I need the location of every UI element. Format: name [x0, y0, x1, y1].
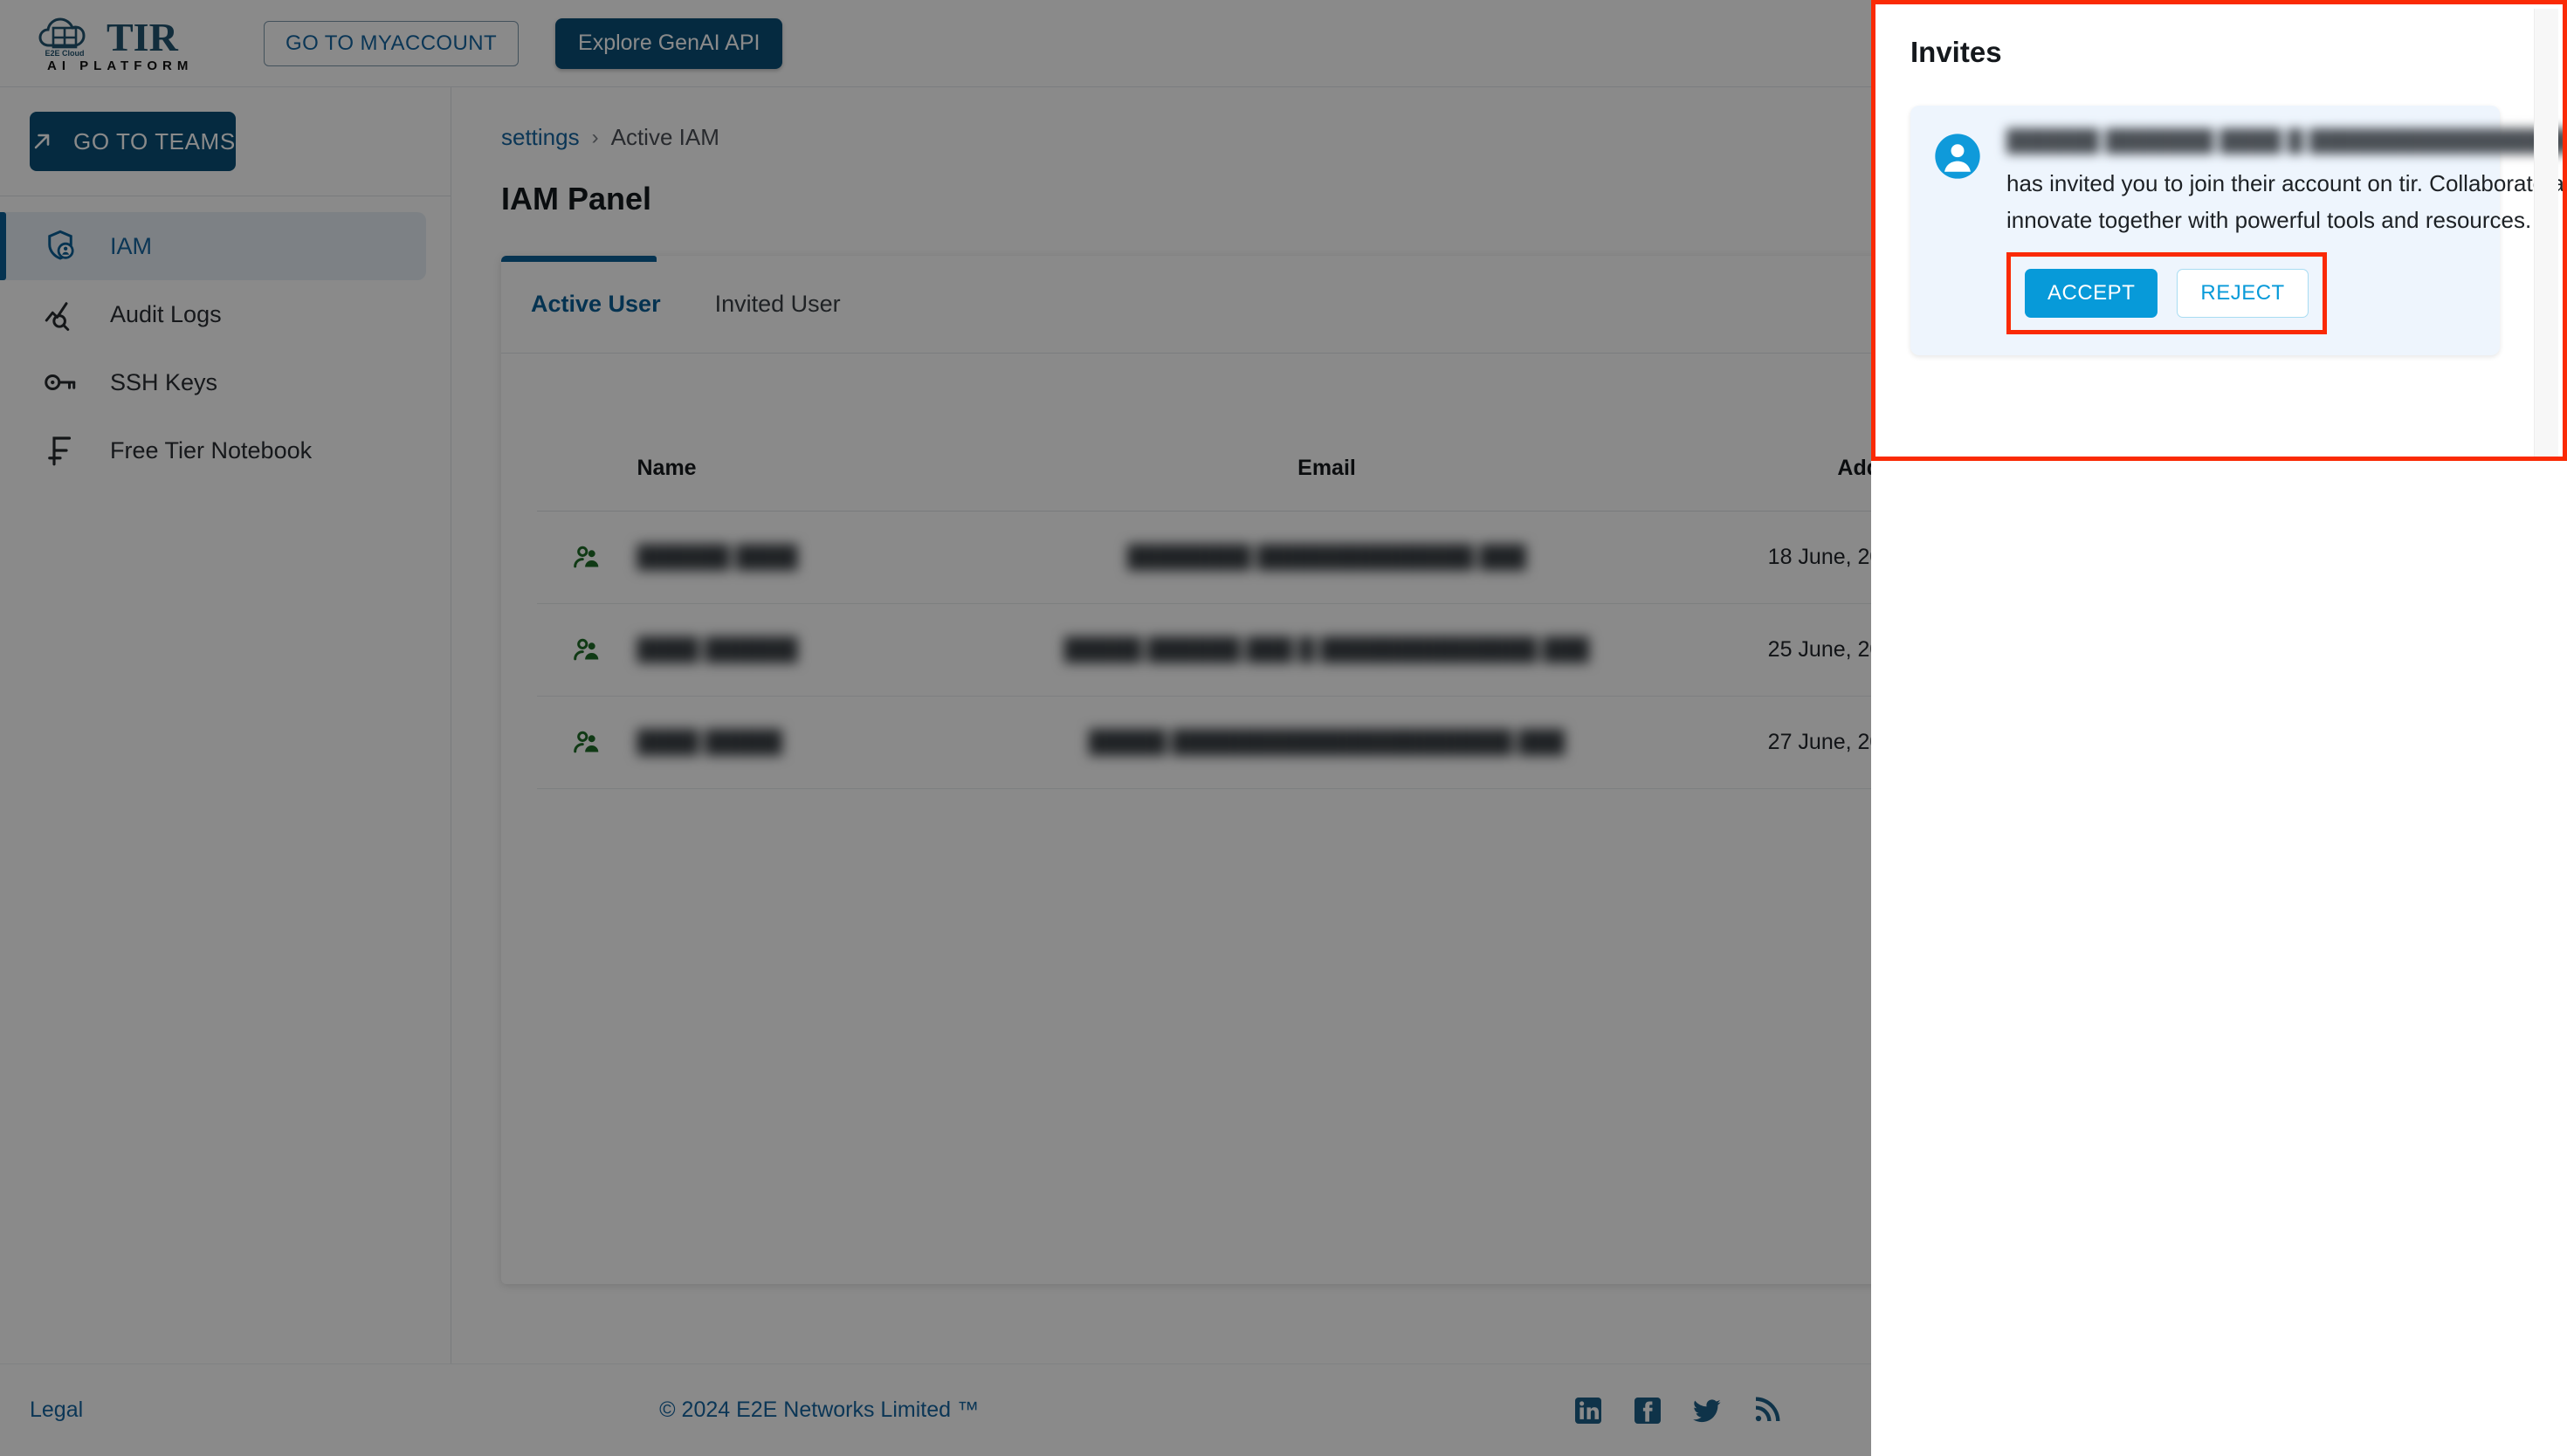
tab-invited-user[interactable]: Invited User [715, 291, 841, 318]
invite-card: ██████ ███████ ████ █ █████████████████.… [1910, 106, 2563, 356]
row-added-at-cell: 18 June, 2024 06:12 pm [1641, 511, 1871, 604]
table-empty-row [537, 789, 1871, 936]
row-email-value: █████.██████████████████████.███ [1088, 730, 1566, 754]
go-to-teams-button[interactable]: GO TO TEAMS [30, 112, 236, 171]
application-root: E2E Cloud TIR AI PLATFORM GO TO MYACCOUN… [0, 0, 1871, 1456]
linkedin-icon[interactable] [1573, 1395, 1604, 1426]
column-header-added-at: Added At [1641, 426, 1871, 512]
svg-text:AI PLATFORM: AI PLATFORM [47, 58, 193, 73]
rss-icon[interactable] [1751, 1395, 1782, 1426]
go-to-myaccount-button[interactable]: GO TO MYACCOUNT [264, 20, 520, 66]
row-email-value: █████.██████.███ █ ██████████████.███ [1063, 637, 1590, 662]
tab-bar: Active User Invited User [501, 256, 1871, 354]
explore-genai-api-button[interactable]: Explore GenAI API [555, 17, 783, 69]
sidebar-item-free-tier-notebook[interactable]: Free Tier Notebook [0, 416, 426, 484]
avatar [1933, 128, 1987, 334]
row-name-cell: ████ ██████ [637, 603, 1013, 697]
table-header: Name Email Added At [537, 426, 1871, 512]
legal-link[interactable]: Legal [30, 1398, 83, 1423]
page-footer: Legal © 2024 E2E Networks Limited ™ [0, 1363, 1871, 1456]
row-email-cell: █████.██████.███ █ ██████████████.███ [1012, 603, 1641, 697]
tir-logo[interactable]: E2E Cloud TIR AI PLATFORM [30, 12, 231, 75]
table-row[interactable]: ████ ██████ █████.██████.███ █ █████████… [537, 603, 1871, 697]
table-row[interactable]: ██████ ████ ████████ ██████████████.███ … [537, 511, 1871, 604]
breadcrumb-current: Active IAM [610, 124, 719, 150]
breadcrumb-separator: › [591, 125, 599, 149]
users-icon [574, 731, 599, 752]
table-row[interactable]: ████ █████ █████.██████████████████████.… [537, 696, 1871, 789]
row-user-icon-cell [537, 696, 637, 789]
row-user-icon-cell [537, 603, 637, 697]
sidebar-nav-list: IAM Audit Logs SSH Keys Free Tier Notebo… [0, 196, 451, 484]
copyright-text: © 2024 E2E Networks Limited ™ [659, 1398, 979, 1422]
invite-message: has invited you to join their account on… [2006, 170, 2567, 234]
sidebar: GO TO TEAMS IAM Audit Logs SSH Keys Free… [0, 87, 451, 1363]
row-name-value: ██████ ████ [637, 545, 798, 569]
row-added-at-cell: 27 June, 2024 03:09 pm [1641, 696, 1871, 789]
sidebar-item-audit-logs[interactable]: Audit Logs [0, 280, 426, 348]
go-to-teams-label: GO TO TEAMS [73, 127, 236, 155]
table-header-row: Name Email Added At [537, 426, 1871, 512]
social-links [1573, 1395, 1782, 1426]
svg-text:TIR: TIR [107, 15, 179, 59]
invite-actions-highlight: ACCEPT REJECT [2006, 252, 2327, 335]
sidebar-item-label: SSH Keys [110, 368, 218, 395]
row-added-at-cell: 25 June, 2024 06:29 pm [1641, 603, 1871, 697]
column-header-icon [537, 426, 637, 512]
row-name-value: ████ █████ [637, 730, 782, 754]
arrow-northeast-icon [34, 134, 50, 149]
users-table-wrapper: Name Email Added At [501, 354, 1871, 936]
row-user-icon-cell [537, 511, 637, 604]
row-email-cell: ████████ ██████████████.███ [1012, 511, 1641, 604]
invite-body: ██████ ███████ ████ █ █████████████████.… [2006, 128, 2567, 335]
chart-search-icon [42, 296, 87, 333]
row-name-cell: ██████ ████ [637, 511, 1013, 604]
user-avatar-icon [1935, 134, 1980, 179]
free-tier-icon [42, 432, 87, 469]
users-icon [574, 546, 599, 567]
row-email-cell: █████.██████████████████████.███ [1012, 696, 1641, 789]
iam-panel-card: Active User Invited User Name Email Adde… [501, 256, 1871, 1284]
page-title: IAM Panel [501, 181, 652, 216]
tir-logo-svg: E2E Cloud TIR AI PLATFORM [38, 15, 193, 73]
shield-user-icon [42, 228, 87, 264]
row-name-value: ████ ██████ [637, 637, 798, 662]
sidebar-item-label: IAM [110, 232, 153, 259]
column-header-email: Email [1012, 426, 1641, 512]
reject-button[interactable]: REJECT [2177, 269, 2309, 319]
users-icon [574, 638, 599, 660]
inviter-name: ██████ ███████ ████ █ █████████████████.… [2006, 128, 2567, 153]
invites-panel-scrollbar[interactable] [2534, 9, 2558, 457]
twitter-icon[interactable] [1691, 1395, 1723, 1426]
tab-active-user[interactable]: Active User [531, 291, 661, 318]
top-header-bar: E2E Cloud TIR AI PLATFORM GO TO MYACCOUN… [0, 0, 1871, 87]
facebook-icon[interactable] [1632, 1395, 1663, 1426]
row-name-cell: ████ █████ [637, 696, 1013, 789]
sidebar-item-ssh-keys[interactable]: SSH Keys [0, 348, 426, 416]
invites-panel-inner: Invites ██████ ███████ ████ █ ██████████… [1875, 4, 2563, 457]
main-content: settings › Active IAM IAM Panel Active U… [452, 87, 1871, 1363]
table-body: ██████ ████ ████████ ██████████████.███ … [537, 511, 1871, 936]
breadcrumb-settings-link[interactable]: settings [501, 124, 580, 151]
row-email-value: ████████ ██████████████.███ [1127, 545, 1526, 569]
column-header-name: Name [637, 426, 1013, 512]
invites-title: Invites [1910, 36, 2002, 68]
accept-button[interactable]: ACCEPT [2025, 269, 2158, 319]
breadcrumb: settings › Active IAM [501, 124, 1871, 151]
table-empty-cell [537, 789, 1871, 936]
sidebar-item-label: Free Tier Notebook [110, 436, 313, 464]
key-icon [42, 364, 87, 401]
sidebar-item-iam[interactable]: IAM [0, 212, 426, 280]
invites-panel: Invites ██████ ███████ ████ █ ██████████… [1871, 0, 2567, 461]
svg-text:E2E Cloud: E2E Cloud [45, 49, 84, 58]
active-users-table: Name Email Added At [536, 425, 1871, 936]
sidebar-item-label: Audit Logs [110, 300, 222, 327]
